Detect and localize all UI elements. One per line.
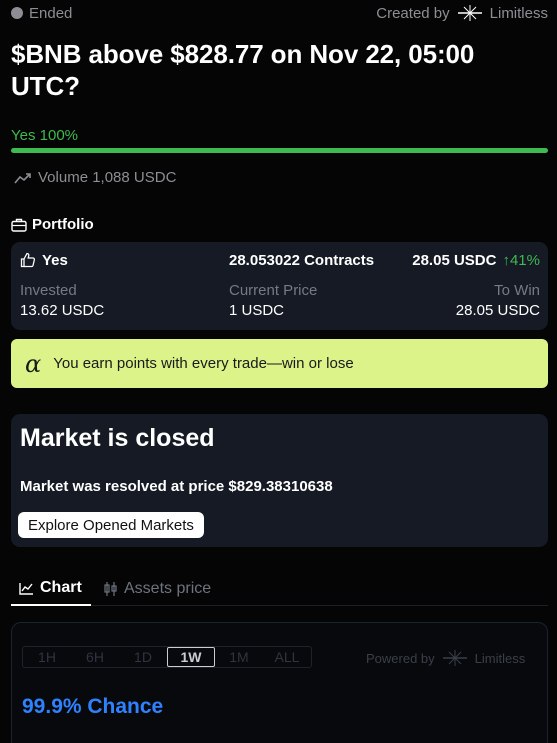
outcome-label: Yes 100% bbox=[11, 127, 79, 144]
resolution-text: Market was resolved at price $829.383106… bbox=[20, 478, 333, 495]
tab-assets-price-label: Assets price bbox=[124, 580, 212, 597]
creator-info[interactable]: Created by Limitless bbox=[376, 4, 548, 22]
limitless-logo-icon bbox=[457, 5, 482, 21]
trending-up-icon bbox=[14, 172, 31, 184]
invested-value: 13.62 USDC bbox=[20, 302, 105, 319]
payout-value: 28.05 USDC bbox=[412, 251, 497, 269]
alpha-icon: α bbox=[25, 349, 42, 378]
position-side: Yes bbox=[20, 252, 68, 269]
points-banner: α You earn points with every trade—win o… bbox=[11, 339, 548, 388]
explore-markets-button[interactable]: Explore Opened Markets bbox=[18, 512, 204, 538]
line-chart-icon bbox=[19, 582, 33, 595]
tab-chart[interactable]: Chart bbox=[11, 572, 91, 606]
thumbs-up-icon bbox=[20, 252, 36, 268]
powered-by-brand: Limitless bbox=[474, 650, 526, 666]
contracts-count: 28.053022 Contracts bbox=[229, 251, 375, 269]
market-closed-title: Market is closed bbox=[20, 424, 215, 452]
to-win-value: 28.05 USDC bbox=[455, 302, 540, 319]
outcome-progress-bar bbox=[11, 148, 548, 153]
powered-by-label: Powered by bbox=[366, 650, 435, 666]
payout-change: ↑41% bbox=[502, 252, 540, 269]
range-1d-button[interactable]: 1D bbox=[119, 647, 167, 667]
status-label: Ended bbox=[29, 4, 73, 22]
points-banner-text: You earn points with every trade—win or … bbox=[53, 355, 354, 372]
current-price-label: Current Price bbox=[229, 282, 318, 299]
range-1m-button[interactable]: 1M bbox=[215, 647, 263, 667]
candlestick-icon bbox=[104, 582, 117, 596]
portfolio-heading: Portfolio bbox=[11, 216, 94, 233]
volume-row: Volume 1,088 USDC bbox=[14, 169, 176, 186]
chart-card bbox=[11, 622, 548, 743]
limitless-watermark-icon bbox=[442, 650, 467, 666]
created-by-label: Created by bbox=[376, 4, 450, 22]
briefcase-icon bbox=[11, 218, 27, 232]
invested-label: Invested bbox=[20, 282, 77, 299]
market-status: Ended bbox=[11, 5, 72, 22]
powered-by: Powered by Limitless bbox=[366, 649, 525, 667]
to-win-label: To Win bbox=[494, 282, 540, 299]
range-1w-button[interactable]: 1W bbox=[167, 647, 215, 667]
arrow-up-icon: ↑ bbox=[502, 251, 510, 269]
range-all-button[interactable]: ALL bbox=[263, 647, 311, 667]
creator-name: Limitless bbox=[489, 4, 548, 22]
time-range-selector: 1H 6H 1D 1W 1M ALL bbox=[22, 646, 312, 668]
chance-value: 99.9% Chance bbox=[22, 695, 164, 718]
payout-change-value: 41% bbox=[509, 251, 540, 269]
current-price-value: 1 USDC bbox=[229, 302, 285, 319]
market-title: $BNB above $828.77 on Nov 22, 05:00 UTC? bbox=[11, 39, 475, 101]
range-6h-button[interactable]: 6H bbox=[71, 647, 119, 667]
position-row: Yes 28.053022 Contracts 28.05 USDC ↑41% bbox=[20, 250, 540, 270]
range-1h-button[interactable]: 1H bbox=[23, 647, 71, 667]
volume-text: Volume 1,088 USDC bbox=[38, 169, 177, 186]
tab-chart-label: Chart bbox=[40, 579, 82, 596]
position-side-label: Yes bbox=[42, 251, 68, 269]
status-row: Ended Created by Limitless bbox=[11, 4, 548, 22]
status-dot-icon bbox=[11, 7, 23, 19]
tab-assets-price[interactable]: Assets price bbox=[101, 572, 211, 606]
position-payout: 28.05 USDC ↑41% bbox=[412, 252, 540, 269]
portfolio-heading-text: Portfolio bbox=[32, 216, 94, 233]
chart-tabs: Chart Assets price bbox=[11, 572, 548, 606]
